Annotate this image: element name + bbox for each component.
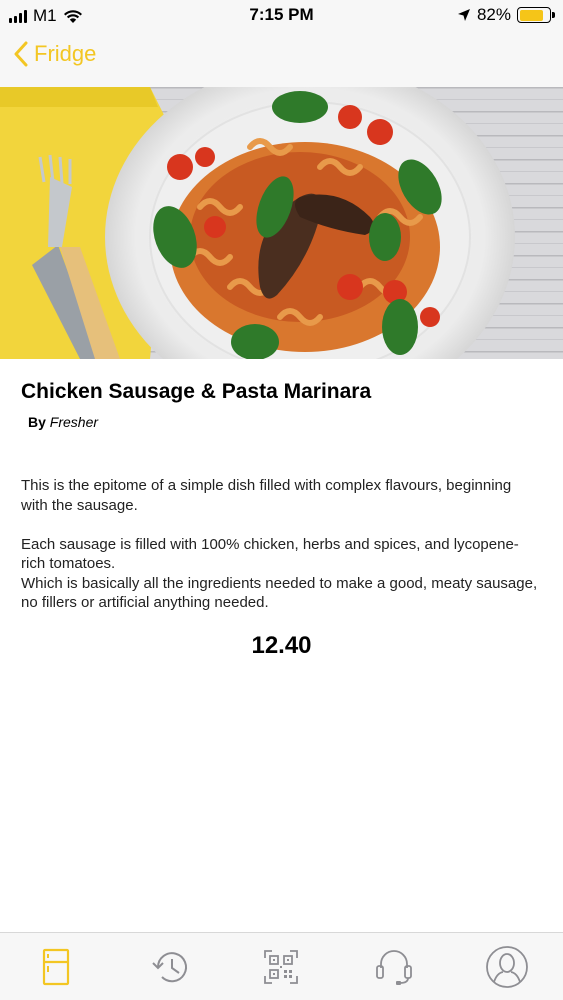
headset-icon [376, 949, 412, 985]
back-label: Fridge [34, 41, 97, 66]
tab-fridge[interactable] [0, 933, 113, 1000]
pasta-dish-photo [0, 87, 563, 359]
product-price: 12.40 [251, 632, 312, 659]
status-right: 82% [457, 5, 555, 25]
tab-history[interactable] [113, 933, 226, 1000]
tab-scan[interactable] [225, 933, 338, 1000]
battery-icon [517, 7, 555, 23]
author-name: Fresher [49, 414, 99, 430]
back-button[interactable]: Fridge [14, 41, 96, 67]
location-arrow-icon [457, 9, 470, 21]
product-description: This is the epitome of a simple dish fil… [21, 477, 538, 611]
chevron-left-icon [14, 41, 28, 67]
navigation-bar: Fridge [0, 30, 563, 87]
qr-code-icon [264, 949, 299, 984]
battery-percent: 82% [476, 5, 511, 24]
tab-support[interactable] [338, 933, 451, 1000]
status-bar: M1 7:15 PM 82% [0, 0, 563, 30]
tab-profile[interactable] [450, 933, 563, 1000]
product-photo [0, 87, 563, 359]
tab-bar [0, 932, 563, 1000]
byline: By Fresher [28, 414, 98, 430]
product-title: Chicken Sausage & Pasta Marinara [21, 380, 372, 403]
battery-level [519, 9, 544, 21]
byline-prefix: By [28, 414, 46, 430]
history-icon [152, 951, 187, 982]
fridge-icon [43, 948, 70, 985]
profile-icon [485, 945, 528, 988]
